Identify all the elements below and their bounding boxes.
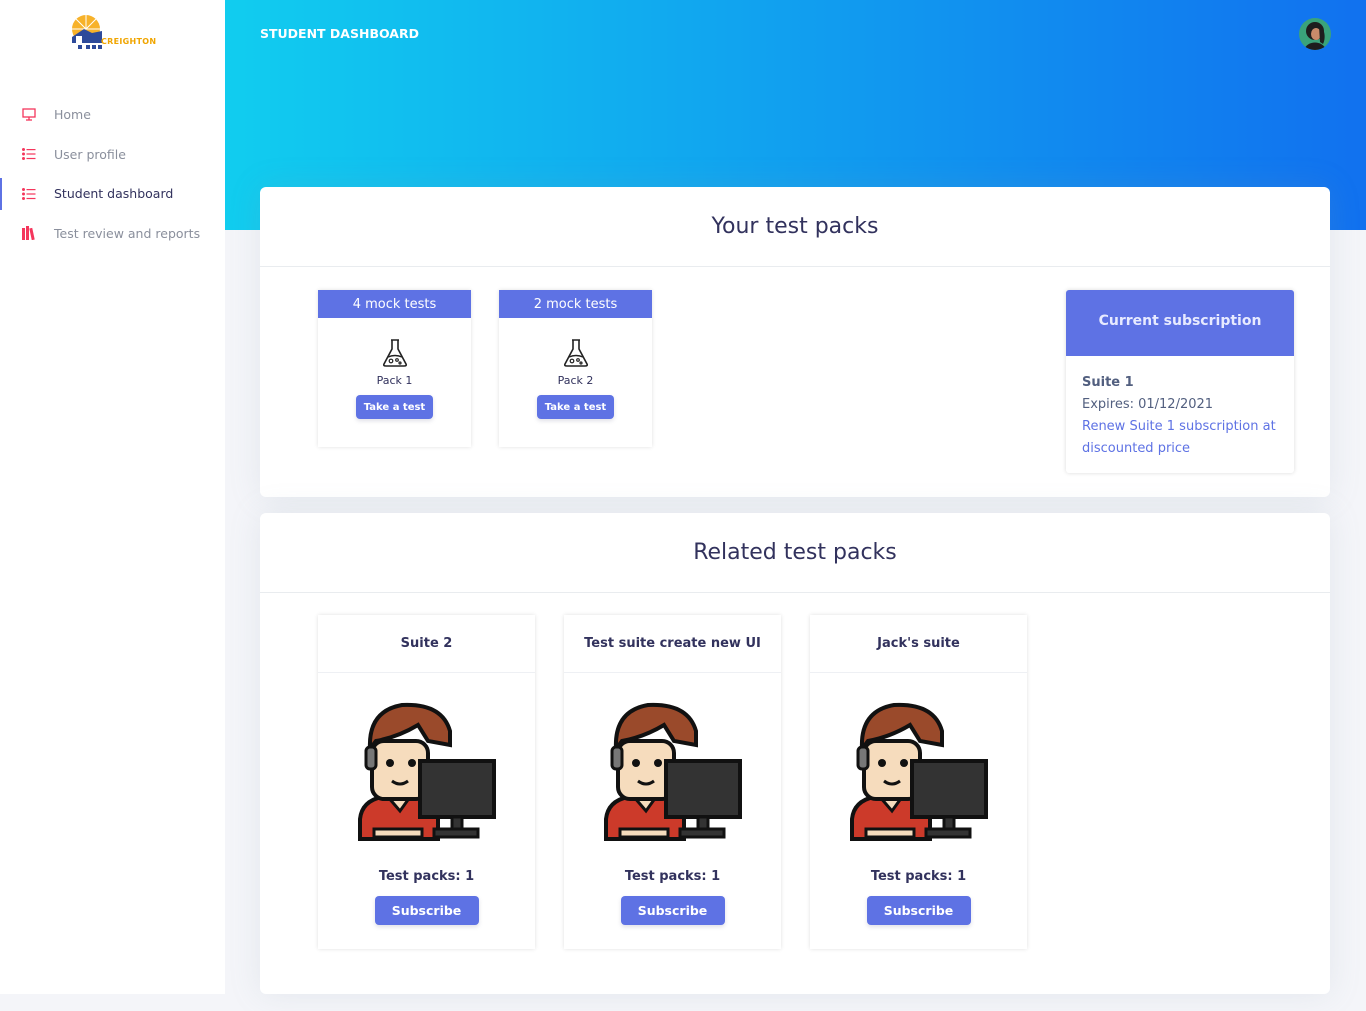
list-icon <box>22 147 36 161</box>
brand-logo[interactable]: CREIGHTON <box>70 13 160 53</box>
current-subscription-heading: Current subscription <box>1066 290 1294 356</box>
your-test-packs-title: Your test packs <box>260 187 1330 267</box>
sidebar-item-label: User profile <box>54 146 126 162</box>
current-subscription-card: Current subscription Suite 1 Expires: 01… <box>1066 290 1294 473</box>
suite-card: Test suite create new UI Test packs: 1 S… <box>564 615 781 949</box>
student-at-computer-icon <box>810 701 1027 841</box>
subscribe-button[interactable]: Subscribe <box>374 896 479 925</box>
subscription-suite-name: Suite 1 <box>1082 375 1134 390</box>
subscribe-button[interactable]: Subscribe <box>620 896 725 925</box>
subscribe-button[interactable]: Subscribe <box>866 896 971 925</box>
subscription-expiry: Expires: 01/12/2021 <box>1082 397 1214 412</box>
books-icon <box>22 226 36 241</box>
page-title: STUDENT DASHBOARD <box>260 26 419 41</box>
pack-name: Pack 1 <box>376 374 413 387</box>
sidebar-item-home[interactable]: Home <box>0 95 225 135</box>
renew-subscription-link[interactable]: Renew Suite 1 subscription at discounted… <box>1082 419 1276 456</box>
test-pack-card: 2 mock tests Pack 2 Take a test <box>499 290 652 447</box>
flask-icon <box>499 338 652 370</box>
sidebar-nav: Home User profile Student dashboard Test… <box>0 95 225 253</box>
suite-name: Suite 2 <box>318 615 535 673</box>
suite-card: Suite 2 Test packs: 1 Subscribe <box>318 615 535 949</box>
mock-test-count: 2 mock tests <box>499 290 652 318</box>
test-packs-count: Test packs: 1 <box>378 869 475 884</box>
user-avatar-icon <box>1299 18 1331 50</box>
take-test-button[interactable]: Take a test <box>536 395 615 419</box>
related-test-packs-card: Related test packs Suite 2 Test packs: 1… <box>260 513 1330 994</box>
sidebar-item-label: Student dashboard <box>54 186 174 202</box>
suite-name: Test suite create new UI <box>564 615 781 673</box>
student-at-computer-icon <box>318 701 535 841</box>
pack-name: Pack 2 <box>557 374 594 387</box>
test-packs-count: Test packs: 1 <box>870 869 967 884</box>
sidebar-item-user-profile[interactable]: User profile <box>0 135 225 175</box>
flask-icon <box>318 338 471 370</box>
student-at-computer-icon <box>564 701 781 841</box>
sidebar-item-label: Test review and reports <box>54 225 201 241</box>
your-test-packs-card: Your test packs 4 mock tests Pack 1 Take… <box>260 187 1330 497</box>
list-icon <box>22 187 36 201</box>
suite-name: Jack's suite <box>810 615 1027 673</box>
take-test-button[interactable]: Take a test <box>355 395 434 419</box>
related-test-packs-title: Related test packs <box>260 513 1330 593</box>
sidebar-item-label: Home <box>54 107 91 123</box>
avatar[interactable] <box>1299 18 1331 50</box>
test-packs-count: Test packs: 1 <box>624 869 721 884</box>
brand-name: CREIGHTON <box>101 37 157 46</box>
suite-card: Jack's suite Test packs: 1 Subscribe <box>810 615 1027 949</box>
monitor-icon <box>22 108 36 122</box>
test-pack-card: 4 mock tests Pack 1 Take a test <box>318 290 471 447</box>
sidebar-item-student-dashboard[interactable]: Student dashboard <box>0 174 225 214</box>
sidebar: CREIGHTON Home User profile Student dash… <box>0 0 225 994</box>
mock-test-count: 4 mock tests <box>318 290 471 318</box>
sidebar-item-test-review[interactable]: Test review and reports <box>0 214 225 254</box>
